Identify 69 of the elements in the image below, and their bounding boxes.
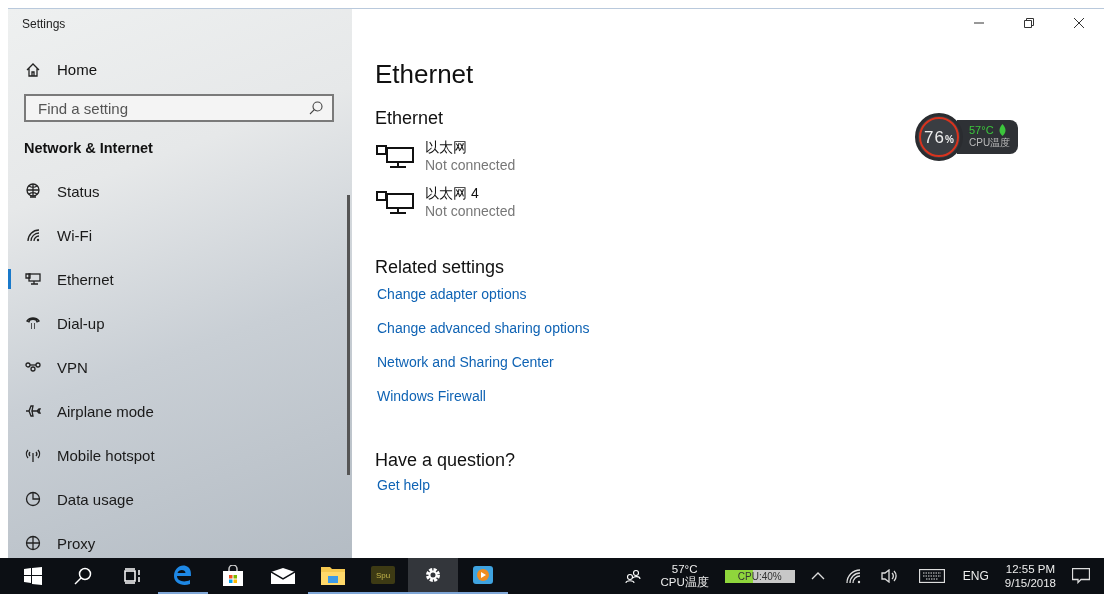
e-logo-icon — [172, 564, 194, 586]
hotspot-icon — [25, 447, 41, 463]
task-view-icon — [124, 567, 142, 585]
clock-time[interactable]: 12:55 PM — [1005, 562, 1056, 576]
leaf-icon — [997, 124, 1007, 136]
adapter-name[interactable]: 以太网 4 — [425, 185, 479, 203]
home-icon — [25, 61, 41, 78]
settings-link[interactable]: Windows Firewall — [377, 388, 486, 404]
windows-logo-icon — [24, 567, 42, 585]
notification-icon[interactable] — [1072, 568, 1090, 584]
usage-unit: % — [945, 134, 954, 145]
phone-icon — [25, 315, 41, 331]
search-icon — [74, 567, 92, 585]
sidebar-item[interactable]: Dial-up — [8, 301, 352, 345]
gear-icon — [423, 565, 443, 585]
temperature-value: 57°C — [671, 563, 698, 576]
section-heading: Ethernet — [375, 108, 444, 129]
adapter-name[interactable]: 以太网 — [425, 139, 467, 157]
shopping-bag-icon — [222, 565, 244, 587]
chevron-up-icon[interactable] — [810, 571, 825, 581]
close-icon — [1074, 18, 1084, 28]
adapter-status: Not connected — [425, 203, 516, 219]
pie-chart-icon — [25, 491, 41, 507]
sidebar-item[interactable]: Mobile hotspot — [8, 433, 352, 477]
settings-link[interactable]: Change adapter options — [377, 286, 527, 302]
sidebar-item[interactable]: Wi-Fi — [8, 213, 352, 257]
folder-icon — [321, 565, 345, 585]
sidebar-item[interactable]: VPN — [8, 345, 352, 389]
sidebar-item[interactable]: Airplane mode — [8, 389, 352, 433]
window-title: Settings — [21, 16, 66, 31]
temperature-label: CPU温度 — [969, 136, 1011, 150]
scroll-bar[interactable] — [347, 195, 350, 475]
sidebar-item[interactable]: Data usage — [8, 477, 352, 521]
keyboard-icon[interactable] — [918, 569, 945, 583]
airplane-icon — [25, 403, 41, 419]
section-heading: Have a question? — [375, 450, 516, 471]
settings-link[interactable]: Network and Sharing Center — [377, 354, 554, 370]
clock-date[interactable]: 9/15/2018 — [1004, 576, 1056, 590]
usage-value: 76 — [924, 128, 945, 148]
globe-icon — [25, 535, 41, 551]
restore-icon — [1024, 18, 1034, 28]
sidebar-item[interactable]: Status — [8, 169, 352, 213]
settings-link[interactable]: Change advanced sharing options — [377, 320, 590, 336]
speaker-icon[interactable] — [880, 569, 899, 583]
language-indicator[interactable]: ENG — [962, 569, 989, 583]
play-icon — [472, 564, 494, 586]
wifi-icon — [25, 227, 41, 243]
help-link[interactable]: Get help — [377, 477, 430, 493]
section-heading: Related settings — [375, 257, 505, 278]
section-heading: Network & Internet — [24, 140, 153, 156]
sidebar-item[interactable]: Proxy — [8, 521, 352, 558]
wifi-icon[interactable] — [844, 568, 861, 584]
monitor-icon — [375, 189, 415, 215]
sidebar-item[interactable]: Ethernet — [8, 257, 352, 301]
adapter-status: Not connected — [425, 157, 516, 173]
temperature-label: CPU温度 — [660, 576, 709, 589]
monitor-icon — [25, 271, 41, 287]
people-icon[interactable] — [624, 568, 641, 584]
spu-app-icon: Spu — [371, 566, 395, 584]
vpn-icon — [25, 359, 41, 375]
home-link[interactable]: Home — [25, 61, 97, 78]
search-icon — [309, 101, 323, 115]
taskbar-button[interactable] — [408, 558, 458, 594]
page-title: Ethernet — [375, 59, 474, 90]
temperature-value: 57°C — [969, 124, 994, 136]
monitor-icon — [375, 143, 415, 169]
search-field[interactable]: Find a setting — [24, 94, 334, 122]
globe-icon — [25, 183, 41, 199]
envelope-icon — [271, 568, 295, 584]
